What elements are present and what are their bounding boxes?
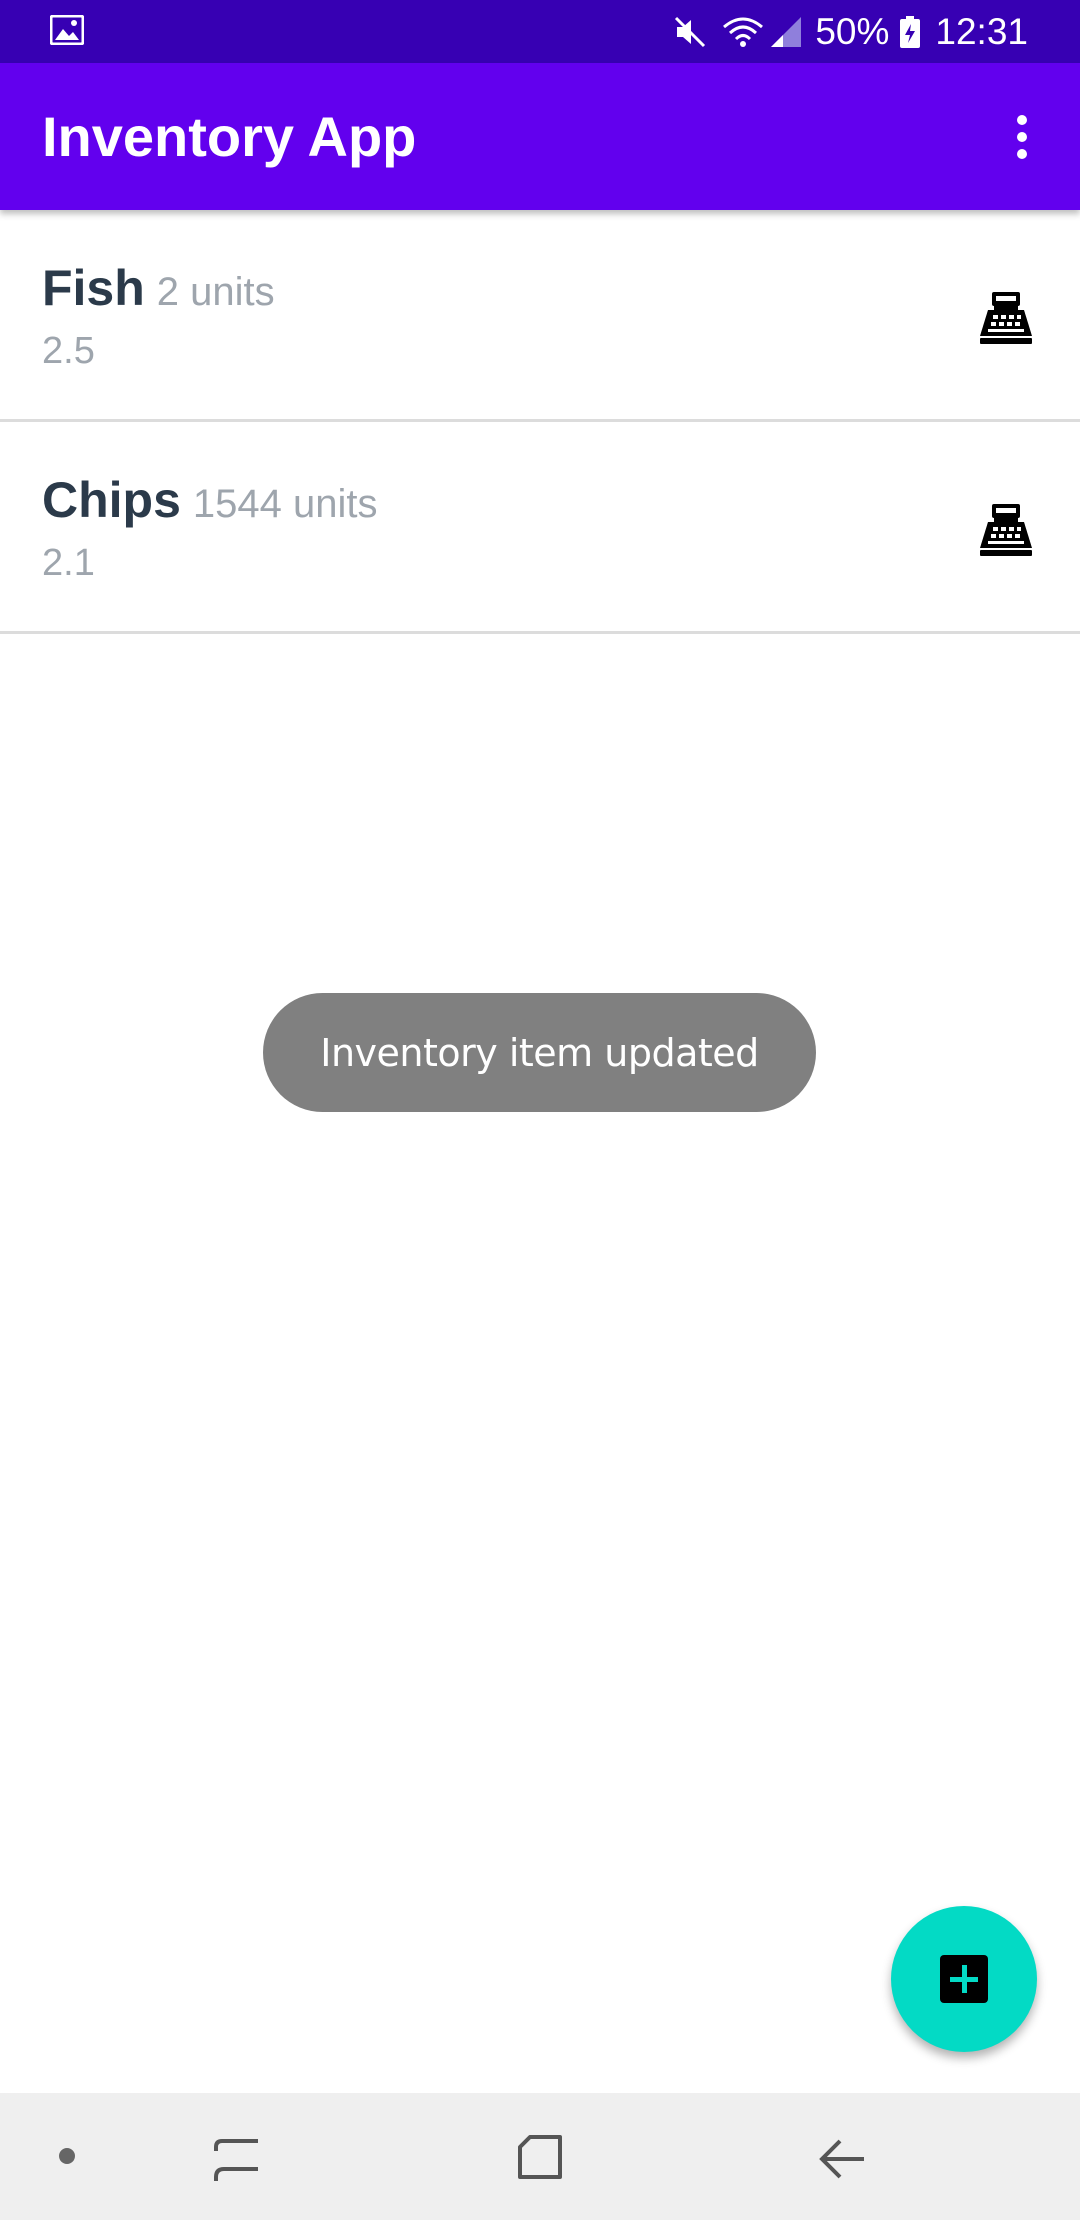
wifi-icon: [723, 17, 764, 47]
signal-icon: [771, 16, 802, 47]
add-box-icon: [940, 1955, 988, 2003]
overflow-menu-icon[interactable]: [1004, 109, 1040, 165]
home-icon[interactable]: [516, 2133, 564, 2181]
back-icon[interactable]: [818, 2137, 868, 2181]
inventory-list: Fish 2 units 2.5 Chips 1544 units 2.1: [0, 210, 1080, 634]
cash-register-icon[interactable]: [978, 290, 1034, 346]
item-price: 2.1: [42, 542, 95, 584]
add-item-fab[interactable]: [891, 1906, 1037, 2052]
item-price: 2.5: [42, 330, 95, 372]
battery-icon: [900, 15, 921, 48]
item-quantity: 1544 units: [192, 482, 378, 526]
item-quantity: 2 units: [156, 270, 275, 314]
list-item[interactable]: Fish 2 units 2.5: [0, 210, 1080, 422]
recent-apps-icon[interactable]: [212, 2137, 262, 2185]
gallery-icon: [50, 15, 84, 45]
battery-percent: 50%: [815, 10, 890, 52]
cash-register-icon[interactable]: [978, 502, 1034, 558]
toast-message: Inventory item updated: [263, 993, 816, 1112]
list-item[interactable]: Chips 1544 units 2.1: [0, 422, 1080, 634]
dot-icon[interactable]: [58, 2147, 76, 2165]
app-bar: Inventory App: [0, 63, 1080, 210]
mute-icon: [675, 16, 706, 47]
navigation-bar: [0, 2093, 1080, 2220]
status-bar: 50% 12:31: [0, 0, 1080, 63]
item-name: Fish: [42, 260, 145, 316]
status-time: 12:31: [935, 10, 1028, 52]
item-name: Chips: [42, 472, 181, 528]
app-title: Inventory App: [42, 105, 417, 168]
